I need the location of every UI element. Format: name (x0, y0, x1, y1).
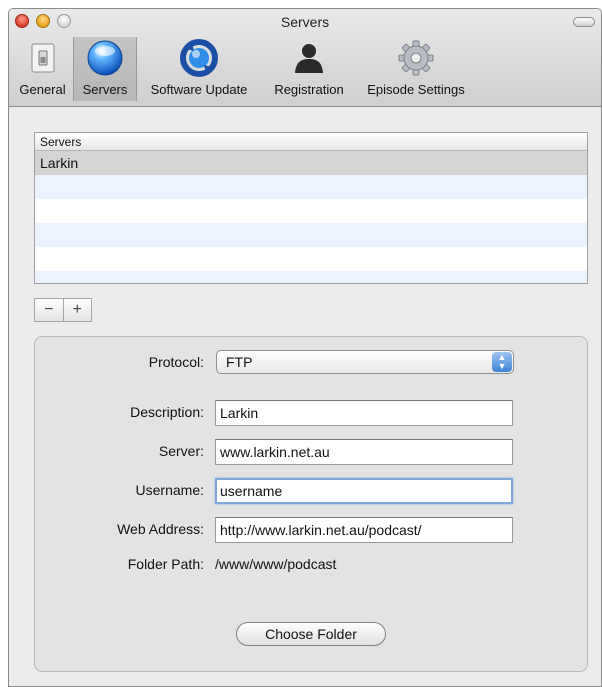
toolbar-item-label: Servers (82, 82, 128, 97)
window-title: Servers (280, 14, 330, 30)
toolbar-item-software-update[interactable]: Software Update (139, 37, 259, 101)
list-item[interactable] (35, 271, 587, 283)
server-field[interactable]: www.larkin.net.au (215, 439, 513, 465)
servers-pane: Servers Larkin − + Protocol: FTP ▲ ▼ Desc… (9, 108, 601, 686)
add-server-button[interactable]: + (62, 299, 92, 321)
folder-path-label: Folder Path: (127, 556, 204, 572)
username-field[interactable]: username (215, 478, 513, 504)
toolbar-item-episode-settings[interactable]: Episode Settings (359, 37, 473, 101)
servers-list-header[interactable]: Servers (35, 133, 587, 151)
servers-list[interactable]: Servers Larkin (34, 132, 588, 284)
folder-path-value: /www/www/podcast (215, 556, 337, 572)
list-item[interactable] (35, 175, 587, 199)
list-item[interactable] (35, 223, 587, 247)
list-item[interactable] (35, 247, 587, 271)
protocol-select[interactable]: FTP ▲ ▼ (216, 350, 514, 374)
episode-settings-gear-icon (397, 39, 435, 77)
remove-server-button[interactable]: − (35, 299, 63, 321)
protocol-value: FTP (226, 354, 253, 370)
servers-globe-icon (86, 39, 124, 77)
software-update-icon (180, 39, 218, 77)
toolbar-item-general[interactable]: General (12, 37, 73, 101)
toolbar-item-servers[interactable]: Servers (73, 37, 137, 101)
description-field[interactable]: Larkin (215, 400, 513, 426)
toolbar-toggle-button[interactable] (573, 17, 595, 27)
web-address-label: Web Address: (117, 521, 204, 537)
web-address-field[interactable]: http://www.larkin.net.au/podcast/ (215, 517, 513, 543)
username-label: Username: (135, 482, 204, 498)
preferences-window: Servers General Servers Software Update … (8, 8, 602, 687)
protocol-label: Protocol: (148, 354, 204, 370)
title-bar: Servers (9, 9, 601, 33)
general-switch-icon (24, 39, 62, 77)
toolbar-item-label: Episode Settings (367, 82, 465, 97)
list-edit-buttons: − + (34, 298, 92, 322)
toolbar-item-label: Registration (274, 82, 344, 97)
toolbar: Servers General Servers Software Update … (9, 9, 601, 107)
toolbar-item-registration[interactable]: Registration (263, 37, 355, 101)
list-item[interactable]: Larkin (35, 151, 587, 175)
choose-folder-button[interactable]: Choose Folder (236, 622, 386, 646)
toolbar-item-label: Software Update (150, 82, 248, 97)
list-item[interactable] (35, 199, 587, 223)
up-down-arrows-icon: ▲ ▼ (492, 352, 512, 372)
registration-person-icon (290, 39, 328, 77)
toolbar-item-label: General (19, 82, 66, 97)
server-label: Server: (158, 443, 204, 459)
server-details-box: Protocol: FTP ▲ ▼ Description: Larkin Ser… (34, 336, 588, 672)
description-label: Description: (130, 404, 204, 420)
